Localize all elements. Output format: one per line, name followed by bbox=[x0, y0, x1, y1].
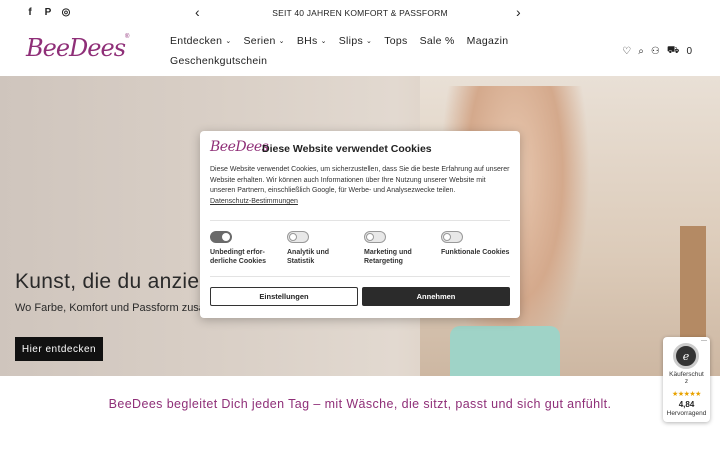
announcement-next-arrow[interactable]: › bbox=[516, 5, 521, 19]
toggle-functional: Funktionale Cookies bbox=[441, 231, 518, 266]
minimize-icon[interactable]: — bbox=[701, 338, 707, 344]
cookie-consent-dialog: BeeDees Diese Website verwendet Cookies … bbox=[200, 131, 520, 318]
hero-image-garment bbox=[450, 326, 560, 376]
toggle-switch-analytics[interactable] bbox=[287, 231, 309, 243]
cookie-accept-button[interactable]: Annehmen bbox=[362, 287, 510, 306]
toggle-label-marketing: Marketing und Retargeting bbox=[364, 249, 412, 265]
nav-label: Slips bbox=[338, 35, 364, 47]
rating-stars: ★★★★★ bbox=[672, 391, 701, 398]
cookie-dialog-logo: BeeDees bbox=[210, 139, 269, 155]
nav-label: Entdecken bbox=[170, 35, 223, 47]
nav-item-magazin[interactable]: Magazin bbox=[467, 35, 509, 48]
nav-item-tops[interactable]: Tops bbox=[384, 35, 407, 48]
nav-item-bhs[interactable]: BHs ⌄ bbox=[297, 35, 327, 48]
cookie-dialog-title: Diese Website verwendet Cookies bbox=[262, 143, 432, 155]
divider bbox=[210, 220, 510, 221]
announcement-text: SEIT 40 JAHREN KOMFORT & PASSFORM bbox=[272, 8, 448, 18]
divider bbox=[210, 276, 510, 277]
rating-score: 4,84 bbox=[678, 400, 695, 409]
toggle-switch-necessary[interactable] bbox=[210, 231, 232, 243]
badge-label: Käuferschut z bbox=[669, 371, 704, 385]
cart-icon[interactable]: ⛟ bbox=[667, 45, 680, 58]
cookie-dialog-text: Diese Website verwendet Cookies, um sich… bbox=[210, 166, 510, 194]
trust-seal-icon: e bbox=[673, 343, 699, 369]
toggle-marketing: Marketing und Retargeting bbox=[364, 231, 441, 266]
header-icons: ♡ ⌕ ⚇ ⛟ 0 bbox=[622, 45, 692, 58]
hero-title: Kunst, die du anzieh bbox=[15, 270, 212, 293]
toggle-label-functional: Funktionale Cookies bbox=[441, 249, 510, 256]
toggle-necessary: Unbedingt erfor- derliche Cookies bbox=[210, 231, 287, 266]
logo[interactable]: BeeDees® bbox=[26, 34, 129, 62]
nav-item-geschenkgutschein[interactable]: Geschenkgutschein bbox=[170, 55, 267, 68]
toggle-label-necessary: Unbedingt erfor- derliche Cookies bbox=[210, 249, 267, 265]
nav-item-entdecken[interactable]: Entdecken ⌄ bbox=[170, 35, 232, 48]
toggle-label-analytics: Analytik und Statistik bbox=[287, 249, 330, 265]
privacy-policy-link[interactable]: Datenschutz-Bestimmungen bbox=[210, 198, 298, 205]
nav-item-slips[interactable]: Slips ⌄ bbox=[339, 35, 372, 48]
chevron-down-icon: ⌄ bbox=[225, 38, 232, 45]
hero-cta-button[interactable]: Hier entdecken bbox=[15, 337, 103, 361]
trusted-shops-badge[interactable]: — e Käuferschut z ★★★★★ 4,84 Hervorragen… bbox=[663, 337, 710, 422]
cookie-settings-button[interactable]: Einstellungen bbox=[210, 287, 358, 306]
cookie-category-toggles: Unbedingt erfor- derliche Cookies Analyt… bbox=[210, 231, 520, 266]
brand-tagline: BeeDees begleitet Dich jeden Tag – mit W… bbox=[108, 397, 612, 411]
logo-registered-mark: ® bbox=[125, 34, 130, 40]
announcement-bar: f P ◎ ‹ SEIT 40 JAHREN KOMFORT & PASSFOR… bbox=[0, 0, 720, 26]
toggle-analytics: Analytik und Statistik bbox=[287, 231, 364, 266]
site-header: BeeDees® Entdecken ⌄ Serien ⌄ BHs ⌄ Slips ⌄ … bbox=[0, 26, 720, 76]
toggle-switch-functional[interactable] bbox=[441, 231, 463, 243]
chevron-down-icon: ⌄ bbox=[320, 38, 327, 45]
account-icon[interactable]: ⚇ bbox=[651, 46, 660, 57]
logo-text: BeeDees bbox=[26, 34, 126, 62]
toggle-switch-marketing[interactable] bbox=[364, 231, 386, 243]
nav-item-serien[interactable]: Serien ⌄ bbox=[244, 35, 285, 48]
chevron-down-icon: ⌄ bbox=[366, 38, 373, 45]
main-nav: Entdecken ⌄ Serien ⌄ BHs ⌄ Slips ⌄ Tops Sale… bbox=[170, 35, 510, 68]
cart-count: 0 bbox=[686, 46, 692, 57]
chevron-down-icon: ⌄ bbox=[278, 38, 285, 45]
rating-text: Hervorragend bbox=[666, 410, 707, 417]
nav-label: BHs bbox=[296, 35, 318, 47]
nav-label: Serien bbox=[243, 35, 276, 47]
hero-subtitle: Wo Farbe, Komfort und Passform zusa bbox=[15, 302, 205, 314]
wishlist-icon[interactable]: ♡ bbox=[622, 46, 631, 57]
nav-item-sale[interactable]: Sale % bbox=[420, 35, 455, 48]
search-icon[interactable]: ⌕ bbox=[638, 46, 644, 57]
